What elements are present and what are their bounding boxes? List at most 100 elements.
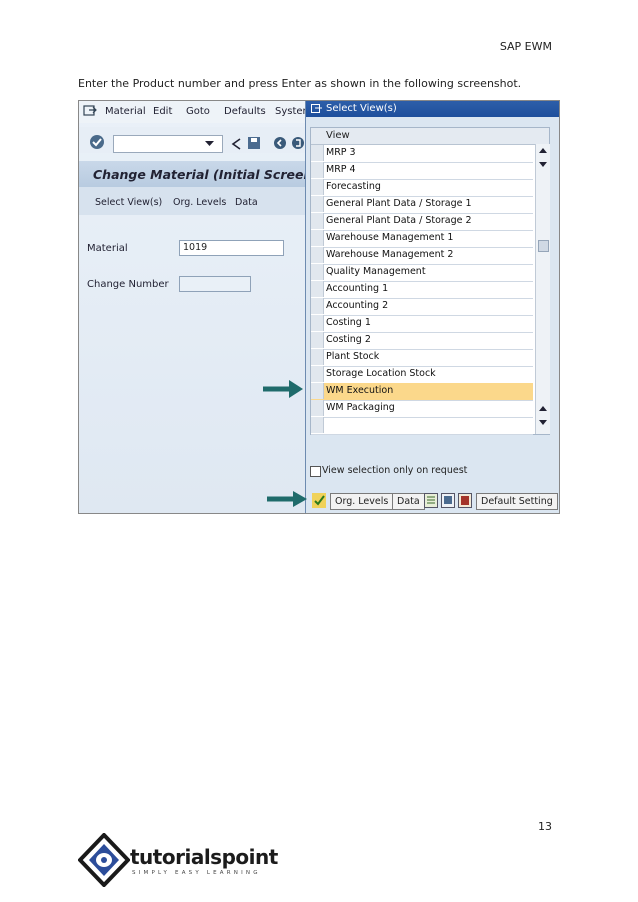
column-header-view: View bbox=[326, 130, 350, 141]
view-row[interactable]: Warehouse Management 1 bbox=[311, 230, 533, 248]
change-number-input[interactable] bbox=[179, 276, 251, 292]
dialog-title-bar: Select View(s) bbox=[306, 101, 559, 117]
view-row-label: Warehouse Management 2 bbox=[326, 249, 454, 260]
row-selector[interactable] bbox=[311, 383, 324, 399]
view-row-label: Plant Stock bbox=[326, 351, 380, 362]
row-selector[interactable] bbox=[311, 281, 324, 297]
view-row[interactable]: Accounting 1 bbox=[311, 281, 533, 299]
dialog-title: Select View(s) bbox=[326, 103, 397, 114]
row-selector[interactable] bbox=[311, 366, 324, 382]
back-circle-icon[interactable] bbox=[273, 136, 287, 150]
view-row[interactable]: Accounting 2 bbox=[311, 298, 533, 316]
view-row-label: Warehouse Management 1 bbox=[326, 232, 454, 243]
view-row[interactable]: Storage Location Stock bbox=[311, 366, 533, 384]
row-selector[interactable] bbox=[311, 349, 324, 365]
row-selector[interactable] bbox=[311, 230, 324, 246]
view-row[interactable]: WM Execution bbox=[311, 383, 533, 401]
sap-screenshot: Material Edit Goto Defaults System Chang… bbox=[78, 100, 560, 514]
select-views-dialog: Select View(s) View MRP 3 MRP 4 Forecastin… bbox=[305, 101, 559, 513]
material-input[interactable]: 1019 bbox=[179, 240, 284, 256]
view-row-label: Forecasting bbox=[326, 181, 381, 192]
row-selector[interactable] bbox=[311, 298, 324, 314]
pointer-arrow-icon-2 bbox=[267, 491, 307, 507]
view-row-label: WM Execution bbox=[326, 385, 394, 396]
row-selector[interactable] bbox=[311, 162, 324, 178]
row-selector[interactable] bbox=[311, 247, 324, 263]
save-icon[interactable] bbox=[247, 136, 261, 150]
row-selector[interactable] bbox=[311, 196, 324, 212]
view-row[interactable]: Costing 2 bbox=[311, 332, 533, 350]
dropdown-arrow-icon[interactable] bbox=[205, 141, 215, 147]
row-selector[interactable] bbox=[311, 179, 324, 195]
scroll-up-icon-bottom[interactable] bbox=[539, 406, 547, 412]
view-row[interactable]: General Plant Data / Storage 2 bbox=[311, 213, 533, 231]
data-button[interactable]: Data bbox=[235, 197, 258, 208]
view-selection-label: View selection only on request bbox=[322, 465, 468, 476]
view-row-label: Quality Management bbox=[326, 266, 426, 277]
view-row[interactable]: WM Packaging bbox=[311, 400, 533, 418]
deselect-all-icon[interactable] bbox=[441, 493, 455, 508]
title-bar: Change Material (Initial Screen bbox=[79, 161, 312, 187]
scroll-thumb[interactable] bbox=[538, 240, 549, 252]
view-row[interactable]: Plant Stock bbox=[311, 349, 533, 367]
views-table-header: View bbox=[311, 128, 549, 145]
row-selector[interactable] bbox=[311, 332, 324, 348]
org-levels-dialog-button[interactable]: Org. Levels bbox=[330, 493, 394, 510]
views-table: View MRP 3 MRP 4 Forecasting General Plant … bbox=[310, 127, 550, 435]
menu-defaults[interactable]: Defaults bbox=[224, 106, 266, 117]
view-row-label: WM Packaging bbox=[326, 402, 395, 413]
exit-icon[interactable] bbox=[83, 105, 97, 117]
view-row-label: General Plant Data / Storage 1 bbox=[326, 198, 472, 209]
enter-check-icon[interactable] bbox=[89, 134, 105, 150]
view-row[interactable]: Forecasting bbox=[311, 179, 533, 197]
view-row-empty[interactable] bbox=[311, 417, 533, 435]
intro-paragraph: Enter the Product number and press Enter… bbox=[78, 77, 522, 90]
pointer-arrow-icon bbox=[263, 380, 303, 398]
scroll-down-icon[interactable] bbox=[539, 162, 547, 168]
standard-toolbar bbox=[79, 127, 305, 153]
row-selector[interactable] bbox=[311, 417, 324, 433]
scroll-up-icon[interactable] bbox=[539, 148, 547, 154]
view-row[interactable]: MRP 4 bbox=[311, 162, 533, 180]
view-row-label: Costing 1 bbox=[326, 317, 371, 328]
logo-text: tutorialspoint bbox=[130, 845, 278, 869]
logo-tagline: SIMPLY EASY LEARNING bbox=[132, 870, 261, 876]
page-title: Change Material (Initial Screen bbox=[93, 167, 313, 182]
menu-material[interactable]: Material bbox=[105, 106, 146, 117]
logo-emblem-icon bbox=[78, 833, 130, 887]
row-selector[interactable] bbox=[311, 400, 324, 416]
scroll-down-icon-bottom[interactable] bbox=[539, 420, 547, 426]
vertical-scrollbar[interactable] bbox=[535, 144, 550, 434]
save-defaults-icon[interactable] bbox=[458, 493, 472, 508]
select-views-button[interactable]: Select View(s) bbox=[95, 197, 162, 208]
view-row-label: Storage Location Stock bbox=[326, 368, 436, 379]
view-row[interactable]: General Plant Data / Storage 1 bbox=[311, 196, 533, 214]
default-setting-button[interactable]: Default Setting bbox=[476, 493, 558, 510]
exit-circle-icon[interactable] bbox=[291, 136, 305, 150]
change-number-label: Change Number bbox=[87, 279, 169, 290]
material-label: Material bbox=[87, 243, 128, 254]
back-icon[interactable] bbox=[231, 138, 241, 150]
menu-bar: Material Edit Goto Defaults System bbox=[79, 101, 312, 123]
tutorialspoint-logo: tutorialspoint SIMPLY EASY LEARNING bbox=[78, 833, 278, 887]
data-dialog-button[interactable]: Data bbox=[392, 493, 425, 510]
view-row[interactable]: MRP 3 bbox=[311, 145, 533, 163]
sap-main-window: Material Edit Goto Defaults System Chang… bbox=[79, 101, 312, 513]
org-levels-button[interactable]: Org. Levels bbox=[173, 197, 226, 208]
view-row[interactable]: Warehouse Management 2 bbox=[311, 247, 533, 265]
view-row[interactable]: Costing 1 bbox=[311, 315, 533, 333]
view-row-label: Costing 2 bbox=[326, 334, 371, 345]
view-row-label: MRP 4 bbox=[326, 164, 356, 175]
view-row-label: Accounting 1 bbox=[326, 283, 389, 294]
continue-check-icon[interactable] bbox=[312, 493, 326, 508]
row-selector[interactable] bbox=[311, 264, 324, 280]
view-row-label: MRP 3 bbox=[326, 147, 356, 158]
menu-edit[interactable]: Edit bbox=[153, 106, 172, 117]
select-all-icon[interactable] bbox=[424, 493, 438, 508]
row-selector[interactable] bbox=[311, 145, 324, 161]
menu-goto[interactable]: Goto bbox=[186, 106, 210, 117]
view-row[interactable]: Quality Management bbox=[311, 264, 533, 282]
row-selector[interactable] bbox=[311, 213, 324, 229]
row-selector[interactable] bbox=[311, 315, 324, 331]
view-selection-checkbox[interactable] bbox=[310, 466, 321, 477]
